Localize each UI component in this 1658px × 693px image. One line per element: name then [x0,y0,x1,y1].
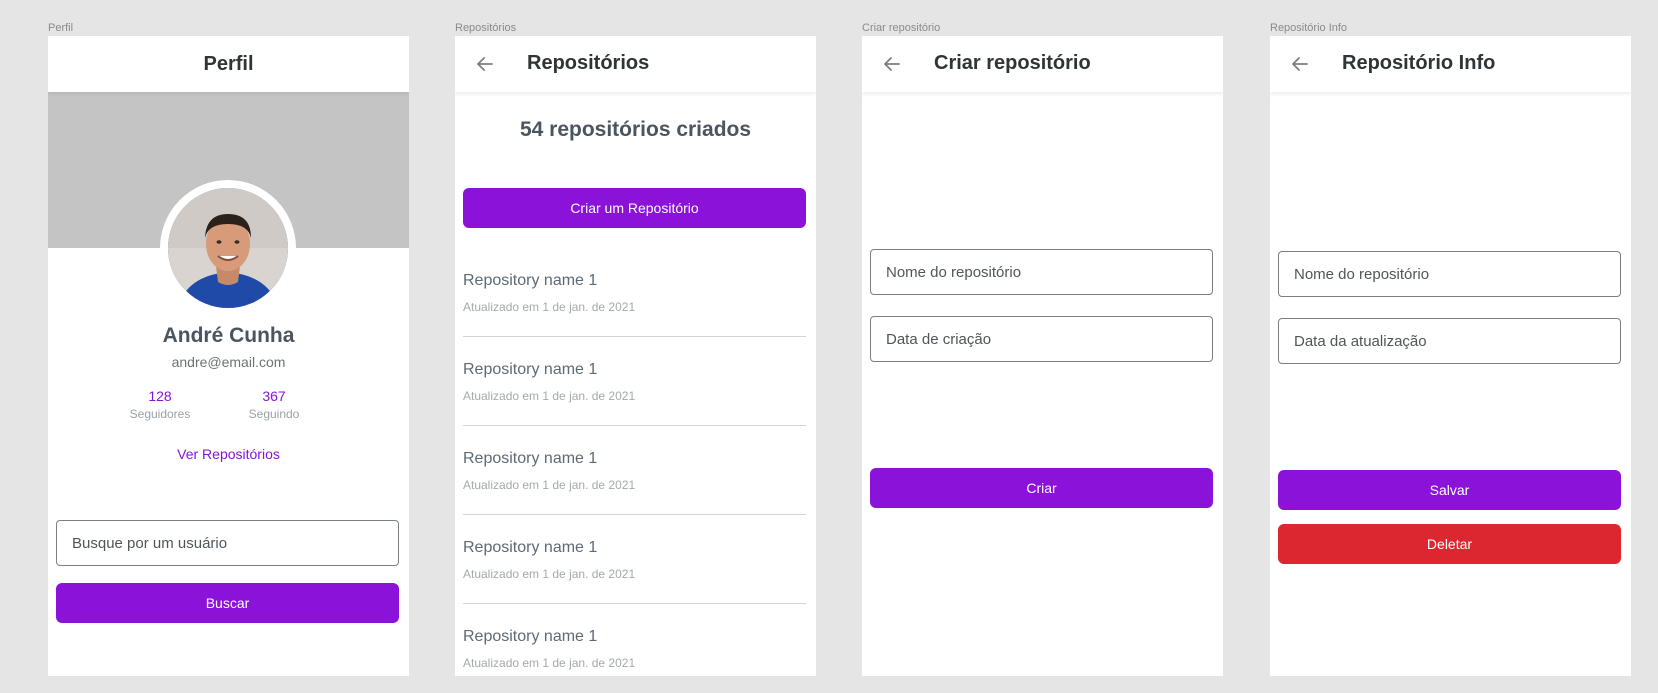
followers-count: 128 [148,388,172,404]
repository-date: Atualizado em 1 de jan. de 2021 [463,567,636,581]
repository-date: Atualizado em 1 de jan. de 2021 [463,300,636,314]
list-item[interactable]: Repository name 1 Atualizado em 1 de jan… [463,337,806,426]
frame-label-perfil: Perfil [48,22,74,34]
frame-label-repositorios: Repositórios [455,22,517,34]
repository-date: Atualizado em 1 de jan. de 2021 [463,656,636,670]
list-item[interactable]: Repository name 1 Atualizado em 1 de jan… [463,515,806,604]
app-bar: Repositórios [455,36,816,92]
repository-name: Repository name 1 [463,450,598,467]
list-item[interactable]: Repository name 1 Atualizado em 1 de jan… [463,426,806,515]
repository-date: Atualizado em 1 de jan. de 2021 [463,389,636,403]
update-date-field[interactable] [1278,318,1621,364]
frame-label-info: Repositório Info [1270,22,1348,34]
arrow-left-icon [884,57,900,71]
back-button[interactable] [471,50,499,78]
followers-label: Seguidores [129,407,191,421]
page-title: Repositório Info [1342,52,1496,74]
repository-name: Repository name 1 [463,361,598,378]
following-label: Seguindo [248,407,300,421]
delete-button[interactable]: Deletar [1278,524,1621,564]
search-button[interactable]: Buscar [56,583,399,623]
save-button[interactable]: Salvar [1278,470,1621,510]
view-repositories-link[interactable]: Ver Repositórios [48,446,409,462]
avatar-ring [160,180,296,316]
repository-name: Repository name 1 [463,628,598,645]
repositories-screen: Repositórios 54 repositórios criados Cri… [455,36,816,676]
repository-count: 54 repositórios criados [519,118,752,141]
profile-screen: Perfil André Cunha andre@email.com 128 S… [48,36,409,676]
arrow-left-icon [477,57,493,71]
repository-name: Repository name 1 [463,272,598,289]
profile-email: andre@email.com [171,354,286,370]
create-repository-button[interactable]: Criar um Repositório [463,188,806,228]
back-button[interactable] [878,50,906,78]
repository-name-field[interactable] [1278,251,1621,297]
page-title: Repositórios [527,52,650,74]
app-bar: Perfil [48,36,409,92]
profile-name: André Cunha [162,324,295,347]
list-item[interactable]: Repository name 1 Atualizado em 1 de jan… [463,248,806,337]
list-item[interactable]: Repository name 1 Atualizado em 1 de jan… [463,604,806,676]
back-button[interactable] [1286,50,1314,78]
followers-stat[interactable]: 128 Seguidores [110,388,210,421]
repository-info-screen: Repositório Info Salvar Deletar [1270,36,1631,676]
frame-label-criar: Criar repositório [862,22,941,34]
user-search-input[interactable] [56,520,399,566]
repository-name: Repository name 1 [463,539,598,556]
create-button[interactable]: Criar [870,468,1213,508]
repository-date: Atualizado em 1 de jan. de 2021 [463,478,636,492]
app-bar: Repositório Info [1270,36,1631,92]
avatar-photo [168,188,288,308]
arrow-left-icon [1292,57,1308,71]
page-title: Perfil [203,52,254,75]
following-stat[interactable]: 367 Seguindo [224,388,324,421]
following-count: 367 [262,388,286,404]
page-title: Criar repositório [934,52,1091,74]
avatar [168,188,288,308]
creation-date-field[interactable] [870,316,1213,362]
repository-name-field[interactable] [870,249,1213,295]
create-repository-screen: Criar repositório Criar [862,36,1223,676]
app-bar: Criar repositório [862,36,1223,92]
